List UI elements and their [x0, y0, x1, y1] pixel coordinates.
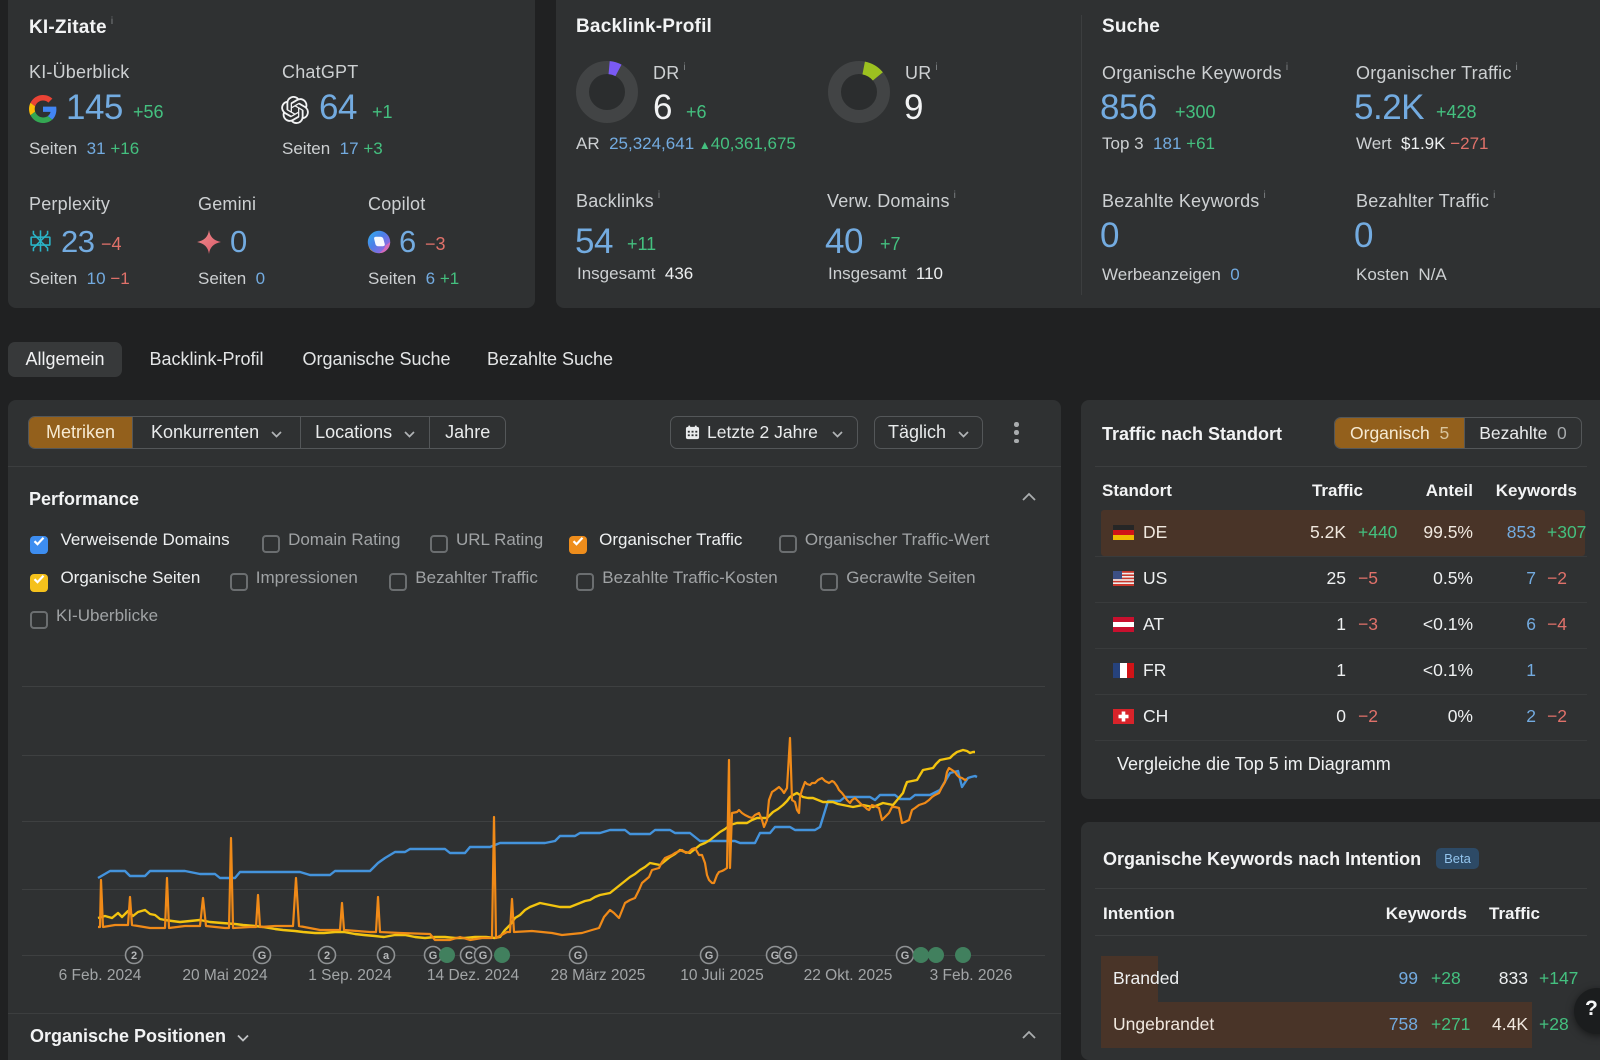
svg-text:2: 2: [324, 950, 330, 962]
svg-text:G: G: [705, 950, 714, 962]
svg-text:2: 2: [131, 950, 137, 962]
svg-text:G: G: [901, 950, 910, 962]
svg-text:G: G: [479, 950, 488, 962]
svg-text:C: C: [465, 950, 473, 962]
svg-text:G: G: [784, 950, 793, 962]
svg-text:G: G: [771, 950, 780, 962]
svg-text:a: a: [383, 950, 390, 962]
svg-text:G: G: [429, 950, 438, 962]
svg-text:G: G: [574, 950, 583, 962]
svg-text:G: G: [258, 950, 267, 962]
